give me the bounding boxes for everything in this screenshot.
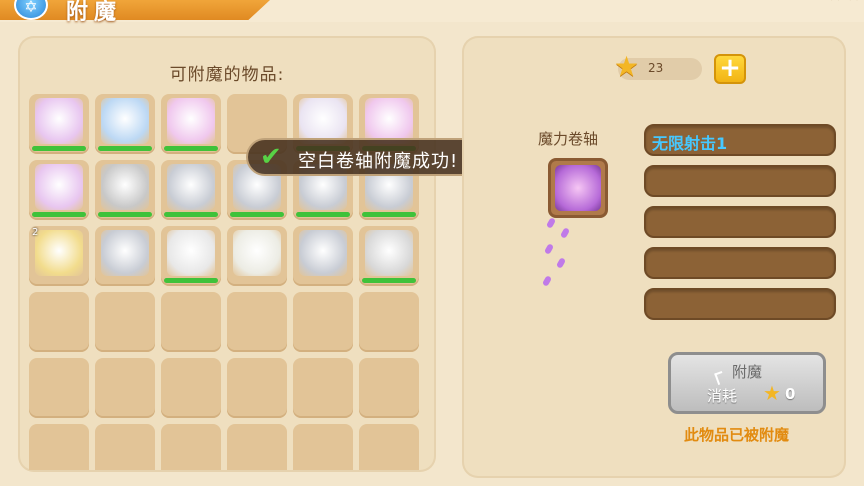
inventory-slot[interactable] <box>95 160 155 220</box>
durability-bar <box>164 278 218 283</box>
enchant-panel: ★ 23 + 魔力卷轴 无限射击1 附魔 消耗 ★ 0 此物品已被附魔 <box>462 36 846 478</box>
durability-bar <box>362 212 416 217</box>
durability-bar <box>362 278 416 283</box>
durability-bar <box>32 212 86 217</box>
magic-scroll-icon <box>555 165 601 211</box>
sparkle-effect <box>541 214 582 294</box>
enchantment-slot <box>644 288 836 320</box>
inventory-panel: 可附魔的物品: 2 <box>18 36 436 472</box>
star-count: 23 <box>648 61 664 75</box>
cost-star-icon: ★ <box>763 381 781 405</box>
durability-bar <box>98 212 152 217</box>
inventory-slot[interactable] <box>95 424 155 470</box>
add-stars-button[interactable]: + <box>714 54 746 84</box>
inventory-title: 可附魔的物品: <box>169 65 285 85</box>
iron-sword-icon <box>299 230 347 276</box>
inventory-slot[interactable] <box>227 358 287 418</box>
purple-crossbow-icon <box>35 98 83 144</box>
inventory-slot[interactable] <box>293 292 353 352</box>
inventory-slot[interactable] <box>227 292 287 352</box>
durability-bar <box>164 212 218 217</box>
purple-armor-icon <box>35 164 83 210</box>
iron-helmet-icon <box>101 164 149 210</box>
purple-skull-icon <box>167 98 215 144</box>
inventory-slot[interactable] <box>95 226 155 286</box>
inventory-slot[interactable] <box>293 358 353 418</box>
check-icon: ✔ <box>260 142 282 172</box>
enchantment-slot <box>644 165 836 197</box>
inventory-slot[interactable] <box>29 358 89 418</box>
inventory-slot[interactable] <box>29 424 89 470</box>
toast-message: 空白卷轴附魔成功! <box>298 151 459 172</box>
inventory-slot[interactable] <box>359 424 419 470</box>
scroll-label: 魔力卷轴 <box>538 130 599 148</box>
enchantment-slot <box>644 206 836 238</box>
inventory-slot[interactable] <box>161 160 221 220</box>
inventory-slot[interactable] <box>359 226 419 286</box>
iron-boots-icon <box>365 230 413 276</box>
inventory-slot[interactable] <box>161 424 221 470</box>
enchantment-name: 无限射击1 <box>652 134 728 153</box>
enchantment-slot <box>644 247 836 279</box>
inventory-slot[interactable] <box>161 358 221 418</box>
inventory-slot[interactable]: 2 <box>29 226 89 286</box>
iron-leggings-icon <box>167 230 215 276</box>
durability-bar <box>98 146 152 151</box>
star-icon: ★ <box>614 50 640 83</box>
inventory-slot[interactable] <box>95 358 155 418</box>
inventory-slot[interactable] <box>227 424 287 470</box>
page-title: 附魔 <box>66 0 123 25</box>
inventory-slot[interactable] <box>161 226 221 286</box>
durability-bar <box>32 146 86 151</box>
header-bar: ✡ 附魔 ⌃⌃ <box>0 0 864 25</box>
cost-value: 0 <box>785 385 796 403</box>
scroll-slot[interactable] <box>548 158 608 218</box>
inventory-slot[interactable] <box>95 292 155 352</box>
iron-pickaxe-icon <box>101 230 149 276</box>
blue-sword-icon <box>101 98 149 144</box>
inventory-slot[interactable] <box>95 94 155 154</box>
enchant-button[interactable]: 附魔 消耗 ★ 0 <box>668 352 826 414</box>
inventory-slot[interactable] <box>293 424 353 470</box>
item-count: 2 <box>32 227 39 238</box>
inventory-slot[interactable] <box>29 160 89 220</box>
cost-label: 消耗 <box>707 387 738 405</box>
status-note: 此物品已被附魔 <box>684 426 790 444</box>
durability-bar <box>230 212 284 217</box>
inventory-slot[interactable] <box>359 292 419 352</box>
inventory-slot[interactable] <box>29 292 89 352</box>
inventory-slot[interactable] <box>161 292 221 352</box>
inventory-slot[interactable] <box>29 94 89 154</box>
iron-sword-icon <box>167 164 215 210</box>
durability-bar <box>296 212 350 217</box>
inventory-slot[interactable] <box>161 94 221 154</box>
star-counter: ★ 23 <box>614 50 702 83</box>
enchantment-slot: 无限射击1 <box>644 124 836 156</box>
enchant-button-label: 附魔 <box>731 363 762 381</box>
inventory-slot[interactable] <box>293 226 353 286</box>
blank-scroll-icon <box>35 230 83 276</box>
collapse-icon[interactable]: ⌃⌃ <box>826 0 863 16</box>
inventory-slot[interactable] <box>359 358 419 418</box>
inventory-slot[interactable] <box>227 226 287 286</box>
white-shovel-icon <box>233 230 281 276</box>
durability-bar <box>164 146 218 151</box>
